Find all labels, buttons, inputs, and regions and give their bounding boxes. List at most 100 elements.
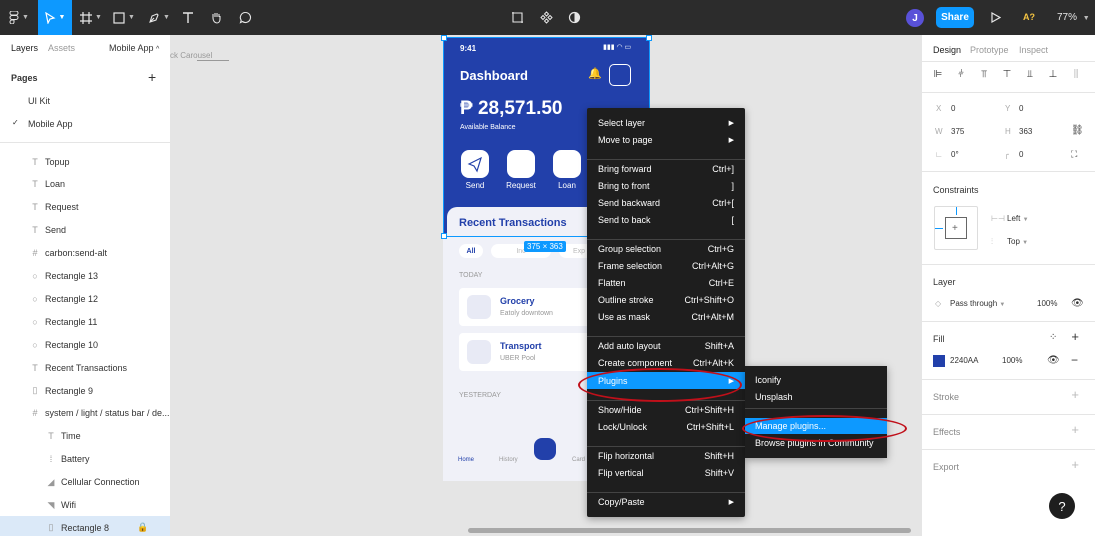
context-menu-item[interactable]: Add auto layout Shift+A <box>587 337 745 354</box>
layer-row[interactable]: ▯ Rectangle 8 🔒 <box>0 516 170 536</box>
comment-tool-button[interactable] <box>236 0 254 35</box>
add-page-icon[interactable]: + <box>148 69 156 85</box>
vertical-constraint-select[interactable]: Top ▼ <box>1007 237 1028 246</box>
nav-card[interactable]: Card <box>572 457 585 463</box>
request-action-button[interactable] <box>507 150 535 178</box>
eye-icon[interactable]: 👁 <box>1071 298 1084 309</box>
ai-assistant-badge[interactable]: A? <box>1023 12 1035 22</box>
present-button[interactable] <box>988 0 1004 35</box>
context-menu-item[interactable]: Create component Ctrl+Alt+K <box>587 354 745 371</box>
context-menu-item[interactable]: Use as mask Ctrl+Alt+M <box>587 308 745 325</box>
add-effect-icon[interactable]: + <box>1071 422 1079 437</box>
page-selector[interactable]: Mobile App ^ <box>109 43 159 53</box>
fill-opacity-input[interactable]: 100% <box>1002 356 1022 365</box>
move-tool-button[interactable]: ▼ <box>38 0 72 35</box>
fill-styles-icon[interactable]: ⁘ <box>1049 332 1057 343</box>
layer-row[interactable]: T Recent Transactions <box>0 356 170 379</box>
corner-radius-input[interactable]: 0 <box>1019 150 1023 159</box>
context-menu-item[interactable]: Group selection Ctrl+G <box>587 240 745 257</box>
crop-frame-button[interactable] <box>509 0 525 35</box>
align-center-h-icon[interactable]: ⫩ <box>955 69 967 81</box>
nav-home[interactable]: Home <box>458 457 474 463</box>
plugins-submenu-item[interactable]: Browse plugins in Community <box>745 435 887 451</box>
context-menu-item[interactable]: Bring to front] <box>587 177 745 194</box>
constraint-top[interactable] <box>956 207 957 215</box>
layer-row[interactable]: T Loan <box>0 173 170 196</box>
layer-row[interactable]: T Send <box>0 219 170 242</box>
hand-tool-button[interactable] <box>206 0 226 35</box>
layer-row[interactable]: T Request <box>0 196 170 219</box>
tab-assets[interactable]: Assets <box>48 43 75 53</box>
layer-row[interactable]: # carbon:send-alt <box>0 242 170 265</box>
align-top-icon[interactable]: ⊤ <box>1001 69 1013 81</box>
context-menu-item[interactable]: Outline stroke Ctrl+Shift+O <box>587 291 745 308</box>
context-menu-item[interactable]: Bring forward Ctrl+] <box>587 160 745 177</box>
horizontal-constraint-select[interactable]: Left ▼ <box>1007 214 1029 223</box>
pen-tool-button[interactable]: ▼ <box>145 0 173 35</box>
shape-tool-button[interactable]: ▼ <box>110 0 138 35</box>
layer-row[interactable]: ⁞ Battery <box>0 448 170 471</box>
add-stroke-icon[interactable]: + <box>1071 387 1079 402</box>
plugins-submenu-item[interactable]: Unsplash <box>745 389 887 405</box>
tab-layers[interactable]: Layers <box>11 43 38 53</box>
height-input[interactable]: 363 <box>1019 127 1032 136</box>
align-middle-v-icon[interactable]: ⫫ <box>1024 69 1036 81</box>
remove-fill-icon[interactable]: − <box>1071 353 1078 367</box>
width-input[interactable]: 375 <box>951 127 964 136</box>
add-fill-icon[interactable]: + <box>1071 329 1079 344</box>
context-menu-item[interactable]: Flip vertical Shift+V <box>587 464 745 481</box>
share-button[interactable]: Share <box>936 7 974 28</box>
context-menu-item[interactable]: Send backward Ctrl+[ <box>587 194 745 211</box>
layer-row[interactable]: ○ Rectangle 12 <box>0 287 170 310</box>
layer-row[interactable]: ◢ Cellular Connection <box>0 471 170 494</box>
constraints-widget[interactable]: + <box>934 206 978 250</box>
layer-row[interactable]: T Topup <box>0 150 170 173</box>
align-bottom-icon[interactable]: ⊥ <box>1047 69 1059 81</box>
distribute-icon[interactable]: ⫼ <box>1070 69 1082 81</box>
context-menu-item[interactable]: Plugins ▶ <box>587 372 745 389</box>
rotation-input[interactable]: 0° <box>951 150 959 159</box>
page-item-mobile-app[interactable]: Mobile App <box>28 119 73 129</box>
plugins-submenu-item[interactable]: Iconify <box>745 372 887 388</box>
loan-action-button[interactable] <box>553 150 581 178</box>
user-avatar[interactable]: J <box>906 9 924 27</box>
context-menu-item[interactable]: Flip horizontal Shift+H <box>587 447 745 464</box>
blend-mode-select[interactable]: Pass through ▼ <box>950 299 1005 308</box>
context-menu-item[interactable]: Flatten Ctrl+E <box>587 274 745 291</box>
context-menu-item[interactable]: Show/Hide Ctrl+Shift+H <box>587 401 745 418</box>
bell-icon[interactable]: 🔔 <box>588 67 602 80</box>
tab-prototype[interactable]: Prototype <box>970 45 1009 55</box>
context-menu-item[interactable]: Send to back [ <box>587 211 745 228</box>
nav-history[interactable]: History <box>499 457 518 463</box>
context-menu-item[interactable]: Lock/Unlock Ctrl+Shift+L <box>587 418 745 435</box>
constraint-left[interactable] <box>935 228 943 229</box>
main-menu-button[interactable]: ▼ <box>6 0 32 35</box>
independent-corners-icon[interactable]: ⛶ <box>1071 149 1077 160</box>
page-item-ui-kit[interactable]: UI Kit <box>28 96 50 106</box>
center-action-button[interactable] <box>534 438 556 460</box>
help-button[interactable]: ? <box>1049 493 1075 519</box>
constrain-proportions-icon[interactable]: ⛓ <box>1071 125 1084 136</box>
context-menu-item[interactable]: Move to page ▶ <box>587 131 745 148</box>
context-menu-item[interactable]: Copy/Paste ▶ <box>587 493 745 510</box>
frame-label-carousel[interactable]: ck Carousel <box>170 51 212 60</box>
align-left-icon[interactable]: ⊫ <box>932 69 944 81</box>
profile-button[interactable] <box>609 64 631 86</box>
fill-hex-input[interactable]: 2240AA <box>950 356 978 365</box>
layer-opacity-input[interactable]: 100% <box>1037 299 1057 308</box>
layer-row[interactable]: # system / light / status bar / de... <box>0 402 170 425</box>
contrast-mask-button[interactable] <box>566 0 582 35</box>
eye-icon[interactable]: 👁 <box>1047 355 1060 366</box>
text-tool-button[interactable] <box>180 0 196 35</box>
layer-row[interactable]: ▯ Rectangle 9 <box>0 379 170 402</box>
tab-inspect[interactable]: Inspect <box>1019 45 1048 55</box>
tab-design[interactable]: Design <box>933 45 961 55</box>
fill-color-swatch[interactable] <box>933 355 945 367</box>
x-input[interactable]: 0 <box>951 104 955 113</box>
components-button[interactable] <box>538 0 554 35</box>
layer-row[interactable]: ○ Rectangle 13 <box>0 265 170 288</box>
layer-row[interactable]: ◥ Wifi <box>0 494 170 517</box>
layer-row[interactable]: ○ Rectangle 10 <box>0 333 170 356</box>
zoom-dropdown[interactable]: 77% ▼ <box>1057 12 1090 23</box>
horizontal-scrollbar[interactable] <box>468 528 911 533</box>
